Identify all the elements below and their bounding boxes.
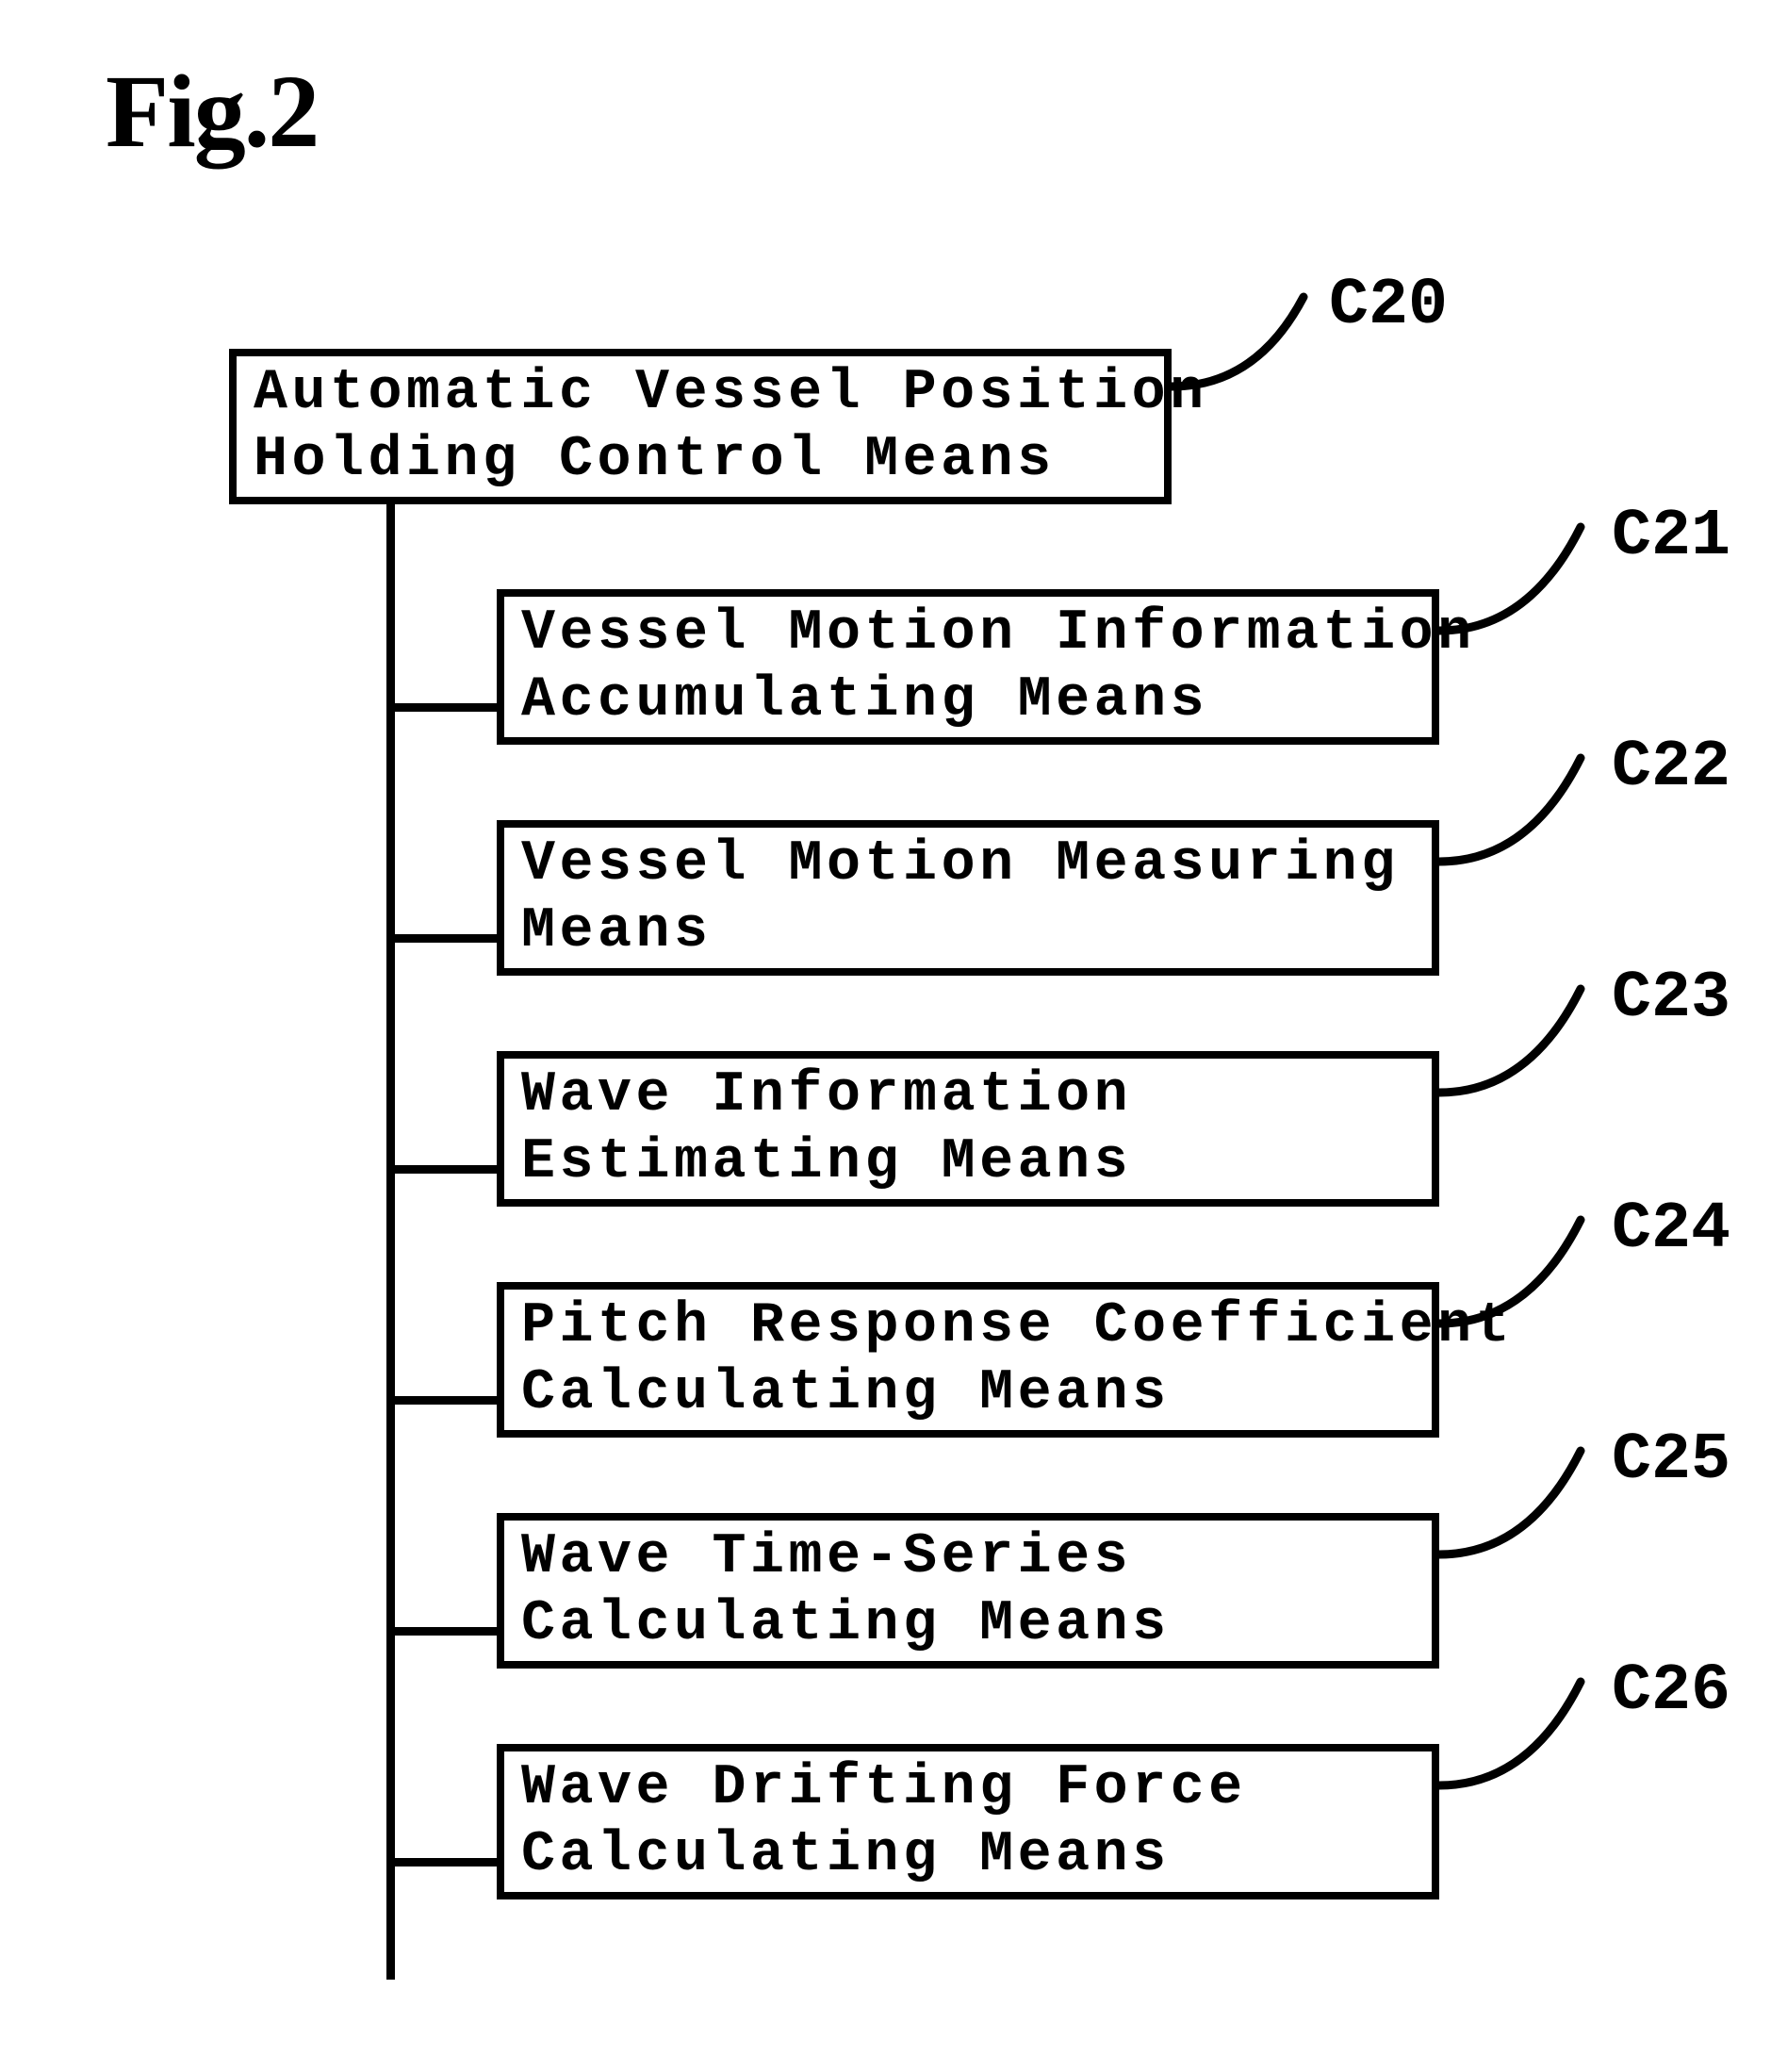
branch-c23 (395, 1165, 500, 1174)
c23-line2: Estimating Means (521, 1129, 1415, 1196)
c21-line2: Accumulating Means (521, 667, 1415, 734)
c25-line1: Wave Time-Series (521, 1524, 1415, 1591)
child-box-c25: Wave Time-Series Calculating Means (497, 1513, 1439, 1669)
label-c20: C20 (1329, 269, 1448, 343)
figure-title: Fig.2 (106, 52, 318, 172)
label-c24: C24 (1612, 1192, 1730, 1267)
child-box-c22: Vessel Motion Measuring Means (497, 820, 1439, 976)
root-line2: Holding Control Means (254, 427, 1147, 494)
branch-c24 (395, 1396, 500, 1405)
c26-line2: Calculating Means (521, 1822, 1415, 1889)
label-c23: C23 (1612, 962, 1730, 1036)
root-line1: Automatic Vessel Position (254, 360, 1147, 427)
branch-c26 (395, 1858, 500, 1866)
label-c25: C25 (1612, 1423, 1730, 1498)
label-c26: C26 (1612, 1654, 1730, 1729)
c21-line1: Vessel Motion Information (521, 600, 1415, 667)
branch-c25 (395, 1627, 500, 1636)
c24-line2: Calculating Means (521, 1360, 1415, 1427)
child-box-c21: Vessel Motion Information Accumulating M… (497, 589, 1439, 745)
child-box-c23: Wave Information Estimating Means (497, 1051, 1439, 1207)
child-box-c24: Pitch Response Coefficient Calculating M… (497, 1282, 1439, 1438)
branch-c21 (395, 703, 500, 712)
c23-line1: Wave Information (521, 1062, 1415, 1129)
stem-vertical (386, 504, 395, 1980)
c22-line1: Vessel Motion Measuring (521, 831, 1415, 898)
c22-line2: Means (521, 898, 1415, 965)
child-box-c26: Wave Drifting Force Calculating Means (497, 1744, 1439, 1899)
c25-line2: Calculating Means (521, 1591, 1415, 1658)
c26-line1: Wave Drifting Force (521, 1755, 1415, 1822)
c24-line1: Pitch Response Coefficient (521, 1293, 1415, 1360)
label-c22: C22 (1612, 731, 1730, 805)
label-c21: C21 (1612, 500, 1730, 574)
root-box: Automatic Vessel Position Holding Contro… (229, 349, 1172, 504)
branch-c22 (395, 934, 500, 943)
